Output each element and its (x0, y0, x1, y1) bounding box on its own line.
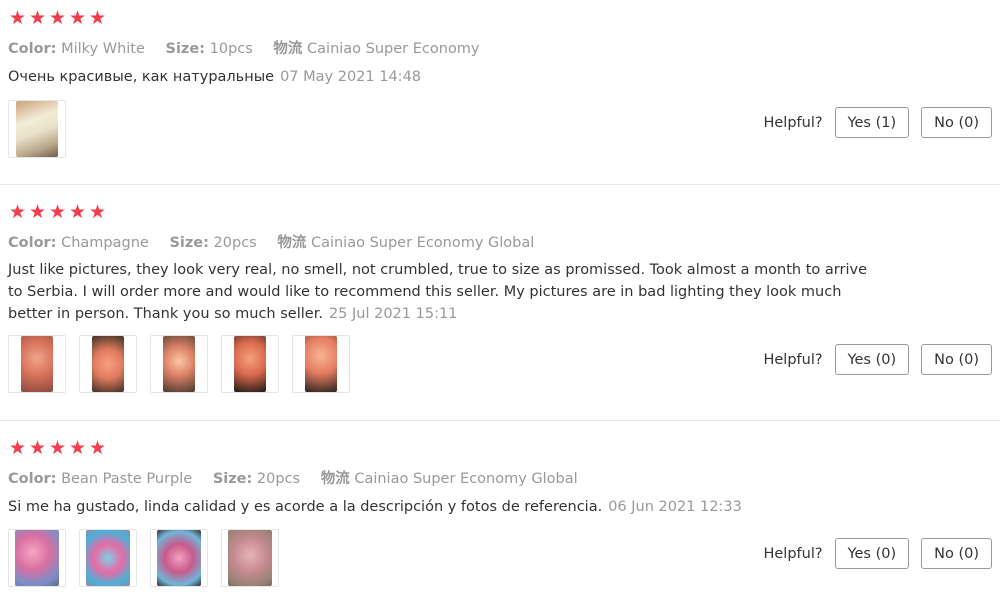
star-icon: ★ (88, 7, 107, 29)
shipping-label: 物流 (277, 235, 307, 251)
color-value: Milky White (61, 41, 145, 57)
star-icon: ★ (48, 201, 67, 223)
review-photo (16, 101, 58, 157)
review-photo-thumbnail[interactable] (221, 529, 279, 587)
review-photo-thumbnail[interactable] (79, 335, 137, 393)
review-photo-thumbnail[interactable] (8, 529, 66, 587)
helpful-yes-button[interactable]: Yes (1) (834, 107, 910, 138)
star-icon: ★ (48, 437, 67, 459)
review-date: 25 Jul 2021 15:11 (328, 306, 458, 322)
review-date: 06 Jun 2021 12:33 (608, 499, 742, 515)
review-text: Si me ha gustado, linda calidad y es aco… (8, 496, 878, 518)
shipping-value: Cainiao Super Economy (307, 41, 480, 57)
review-photos (8, 529, 279, 587)
review-item: ★ ★ ★ ★ ★ Color: Bean Paste Purple Size:… (0, 421, 1000, 606)
size-value: 20pcs (213, 235, 257, 251)
review-photo-thumbnail[interactable] (292, 335, 350, 393)
star-icon: ★ (88, 201, 107, 223)
review-photo (92, 336, 124, 392)
star-icon: ★ (68, 201, 87, 223)
review-date: 07 May 2021 14:48 (280, 69, 422, 85)
size-label: Size: (212, 471, 253, 487)
review-photo (157, 530, 201, 586)
review-text: Just like pictures, they look very real,… (8, 259, 878, 325)
shipping-value: Cainiao Super Economy Global (310, 235, 535, 251)
color-label: Color: (8, 471, 57, 487)
helpful-label: Helpful? (763, 114, 823, 131)
shipping-label: 物流 (273, 41, 303, 57)
star-icon: ★ (28, 437, 47, 459)
review-item: ★ ★ ★ ★ ★ Color: Champagne Size: 20pcs 物… (0, 185, 1000, 421)
star-rating: ★ ★ ★ ★ ★ (8, 203, 107, 222)
color-value: Bean Paste Purple (61, 471, 193, 487)
review-item: ★ ★ ★ ★ ★ Color: Milky White Size: 10pcs… (0, 0, 1000, 185)
review-body: Si me ha gustado, linda calidad y es aco… (8, 499, 603, 515)
review-meta: Color: Bean Paste Purple Size: 20pcs 物流 … (8, 467, 578, 488)
review-photo (228, 530, 272, 586)
star-icon: ★ (68, 7, 87, 29)
review-photo-thumbnail[interactable] (8, 335, 66, 393)
review-photo-thumbnail[interactable] (221, 335, 279, 393)
color-label: Color: (8, 235, 57, 251)
helpful-no-button[interactable]: No (0) (921, 107, 992, 138)
review-meta: Color: Milky White Size: 10pcs 物流 Cainia… (8, 37, 480, 58)
review-photos (8, 335, 350, 393)
size-value: 20pcs (256, 471, 301, 487)
helpful-yes-button[interactable]: Yes (0) (834, 344, 910, 375)
review-text: Очень красивые, как натуральные 07 May 20… (8, 66, 878, 88)
review-photo (305, 336, 337, 392)
star-icon: ★ (28, 201, 47, 223)
helpful-vote: Helpful? Yes (0) No (0) (763, 538, 992, 569)
review-photo (86, 530, 130, 586)
helpful-vote: Helpful? Yes (1) No (0) (763, 107, 992, 138)
star-icon: ★ (8, 437, 27, 459)
star-icon: ★ (8, 7, 27, 29)
helpful-no-button[interactable]: No (0) (921, 344, 992, 375)
star-icon: ★ (48, 7, 67, 29)
review-photo (234, 336, 266, 392)
size-label: Size: (165, 41, 206, 57)
review-photo (15, 530, 59, 586)
review-photo-thumbnail[interactable] (150, 529, 208, 587)
star-icon: ★ (8, 201, 27, 223)
helpful-no-button[interactable]: No (0) (921, 538, 992, 569)
review-photo-thumbnail[interactable] (8, 100, 66, 158)
helpful-yes-button[interactable]: Yes (0) (834, 538, 910, 569)
review-photo-thumbnail[interactable] (79, 529, 137, 587)
color-label: Color: (8, 41, 57, 57)
shipping-value: Cainiao Super Economy Global (354, 471, 578, 487)
review-body: Очень красивые, как натуральные (8, 69, 275, 85)
color-value: Champagne (61, 235, 149, 251)
review-photo (21, 336, 53, 392)
star-rating: ★ ★ ★ ★ ★ (8, 9, 107, 28)
helpful-vote: Helpful? Yes (0) No (0) (763, 344, 992, 375)
size-value: 10pcs (209, 41, 253, 57)
review-photo (163, 336, 195, 392)
helpful-label: Helpful? (763, 545, 823, 562)
star-rating: ★ ★ ★ ★ ★ (8, 439, 107, 458)
shipping-label: 物流 (320, 471, 350, 487)
review-photo-thumbnail[interactable] (150, 335, 208, 393)
star-icon: ★ (28, 7, 47, 29)
star-icon: ★ (88, 437, 107, 459)
size-label: Size: (169, 235, 209, 251)
review-photos (8, 100, 66, 158)
star-icon: ★ (68, 437, 87, 459)
review-meta: Color: Champagne Size: 20pcs 物流 Cainiao … (8, 231, 534, 252)
helpful-label: Helpful? (763, 351, 823, 368)
